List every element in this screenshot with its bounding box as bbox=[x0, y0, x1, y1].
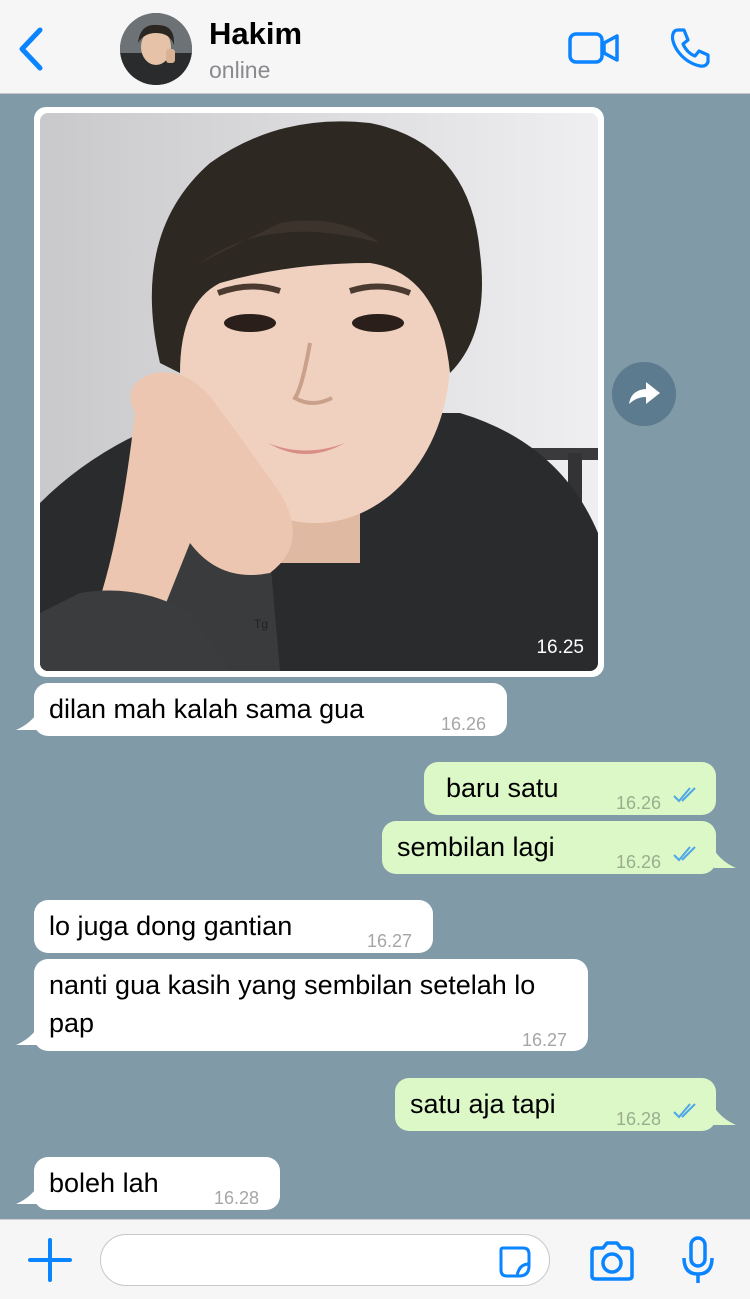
outgoing-message[interactable]: sembilan lagi 16.26 bbox=[382, 821, 716, 874]
message-text: sembilan lagi bbox=[397, 832, 555, 862]
bubble-tail bbox=[16, 712, 38, 730]
composer-bar bbox=[0, 1219, 750, 1299]
message-time: 16.28 bbox=[616, 1109, 662, 1129]
back-chevron-icon[interactable] bbox=[14, 26, 48, 72]
contact-name[interactable]: Hakim bbox=[209, 16, 302, 52]
microphone-icon[interactable] bbox=[680, 1236, 716, 1286]
camera-icon[interactable] bbox=[588, 1240, 636, 1282]
message-text: baru satu bbox=[446, 773, 559, 803]
image-message[interactable]: Tg 16.25 bbox=[34, 107, 604, 677]
read-receipt-icon bbox=[673, 787, 696, 803]
forward-icon[interactable] bbox=[612, 362, 676, 426]
bubble-tail bbox=[16, 1186, 38, 1204]
message-time: 16.26 bbox=[616, 852, 662, 872]
message-time: 16.27 bbox=[367, 931, 413, 951]
message-text: boleh lah bbox=[49, 1168, 159, 1198]
contact-status: online bbox=[209, 57, 271, 83]
chat-header: Hakim online bbox=[0, 0, 750, 94]
plus-icon[interactable] bbox=[28, 1238, 72, 1282]
read-receipt-icon bbox=[673, 846, 696, 862]
image-message-time: 16.25 bbox=[536, 637, 584, 658]
message-time: 16.27 bbox=[522, 1030, 568, 1050]
sticker-icon[interactable] bbox=[497, 1244, 533, 1280]
message-text: lo juga dong gantian bbox=[49, 911, 293, 941]
read-receipt-icon bbox=[673, 1103, 696, 1119]
phone-call-icon[interactable] bbox=[668, 26, 712, 70]
video-call-icon[interactable] bbox=[567, 28, 621, 68]
incoming-message[interactable]: lo juga dong gantian 16.27 bbox=[34, 900, 433, 953]
photo-watermark: Tg bbox=[254, 617, 268, 631]
outgoing-message[interactable]: baru satu 16.26 bbox=[424, 762, 716, 815]
incoming-message[interactable]: boleh lah 16.28 bbox=[34, 1157, 280, 1210]
selfie-photo[interactable]: Tg 16.25 bbox=[40, 113, 598, 671]
incoming-message[interactable]: nanti gua kasih yang sembilan setelah lo… bbox=[34, 959, 588, 1051]
bubble-tail bbox=[714, 850, 736, 868]
message-input[interactable] bbox=[100, 1234, 550, 1286]
message-text: nanti gua kasih yang sembilan setelah lo… bbox=[49, 970, 536, 1038]
outgoing-message[interactable]: satu aja tapi 16.28 bbox=[395, 1078, 716, 1131]
message-text: satu aja tapi bbox=[410, 1089, 556, 1119]
message-text: dilan mah kalah sama gua bbox=[49, 694, 365, 724]
incoming-message[interactable]: dilan mah kalah sama gua 16.26 bbox=[34, 683, 507, 736]
message-time: 16.26 bbox=[441, 714, 487, 734]
message-time: 16.26 bbox=[616, 793, 662, 813]
bubble-tail bbox=[714, 1107, 736, 1125]
bubble-tail bbox=[16, 1027, 38, 1045]
contact-avatar[interactable] bbox=[120, 13, 192, 85]
message-time: 16.28 bbox=[214, 1188, 260, 1208]
